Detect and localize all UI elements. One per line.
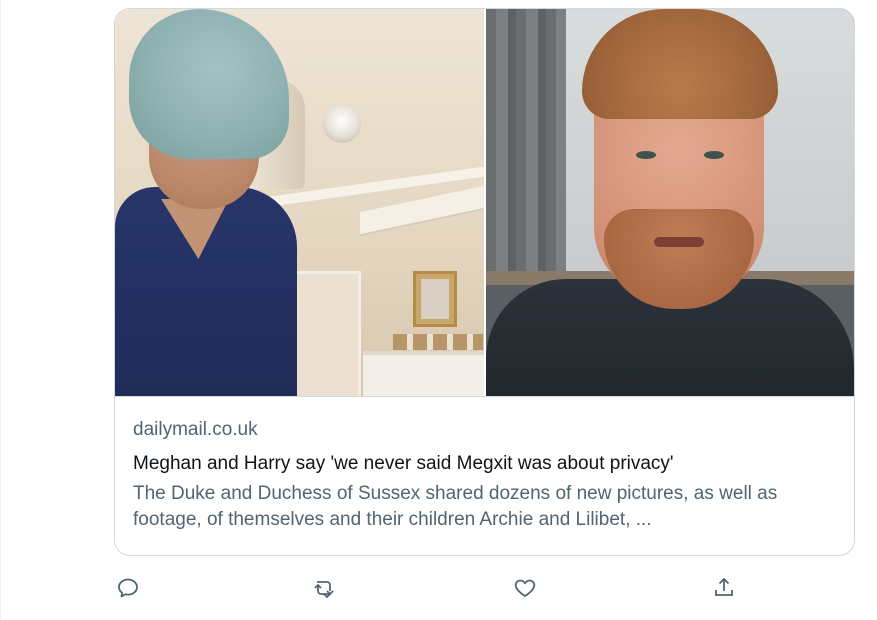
reply-button[interactable] bbox=[114, 574, 142, 602]
heart-icon bbox=[514, 579, 536, 597]
woman-with-towel-photo[interactable] bbox=[115, 9, 484, 396]
card-media[interactable] bbox=[115, 9, 854, 397]
reply-icon bbox=[118, 578, 138, 598]
card-text[interactable]: dailymail.co.uk Meghan and Harry say 'we… bbox=[133, 417, 836, 533]
tweet-action-bar bbox=[114, 574, 855, 606]
like-button[interactable] bbox=[511, 574, 539, 602]
timeline-divider bbox=[0, 0, 1, 620]
man-with-beard-photo[interactable] bbox=[486, 9, 854, 396]
ceiling-lamp bbox=[323, 105, 361, 143]
card-description: The Duke and Duchess of Sussex shared do… bbox=[133, 483, 778, 530]
card-domain: dailymail.co.uk bbox=[133, 419, 258, 440]
retweet-button[interactable] bbox=[310, 574, 338, 602]
card-headline: Meghan and Harry say 'we never said Megx… bbox=[133, 453, 674, 474]
retweet-icon bbox=[314, 581, 334, 599]
share-icon bbox=[715, 577, 733, 596]
link-preview-card[interactable]: dailymail.co.uk Meghan and Harry say 'we… bbox=[114, 8, 855, 556]
share-button[interactable] bbox=[710, 574, 738, 602]
